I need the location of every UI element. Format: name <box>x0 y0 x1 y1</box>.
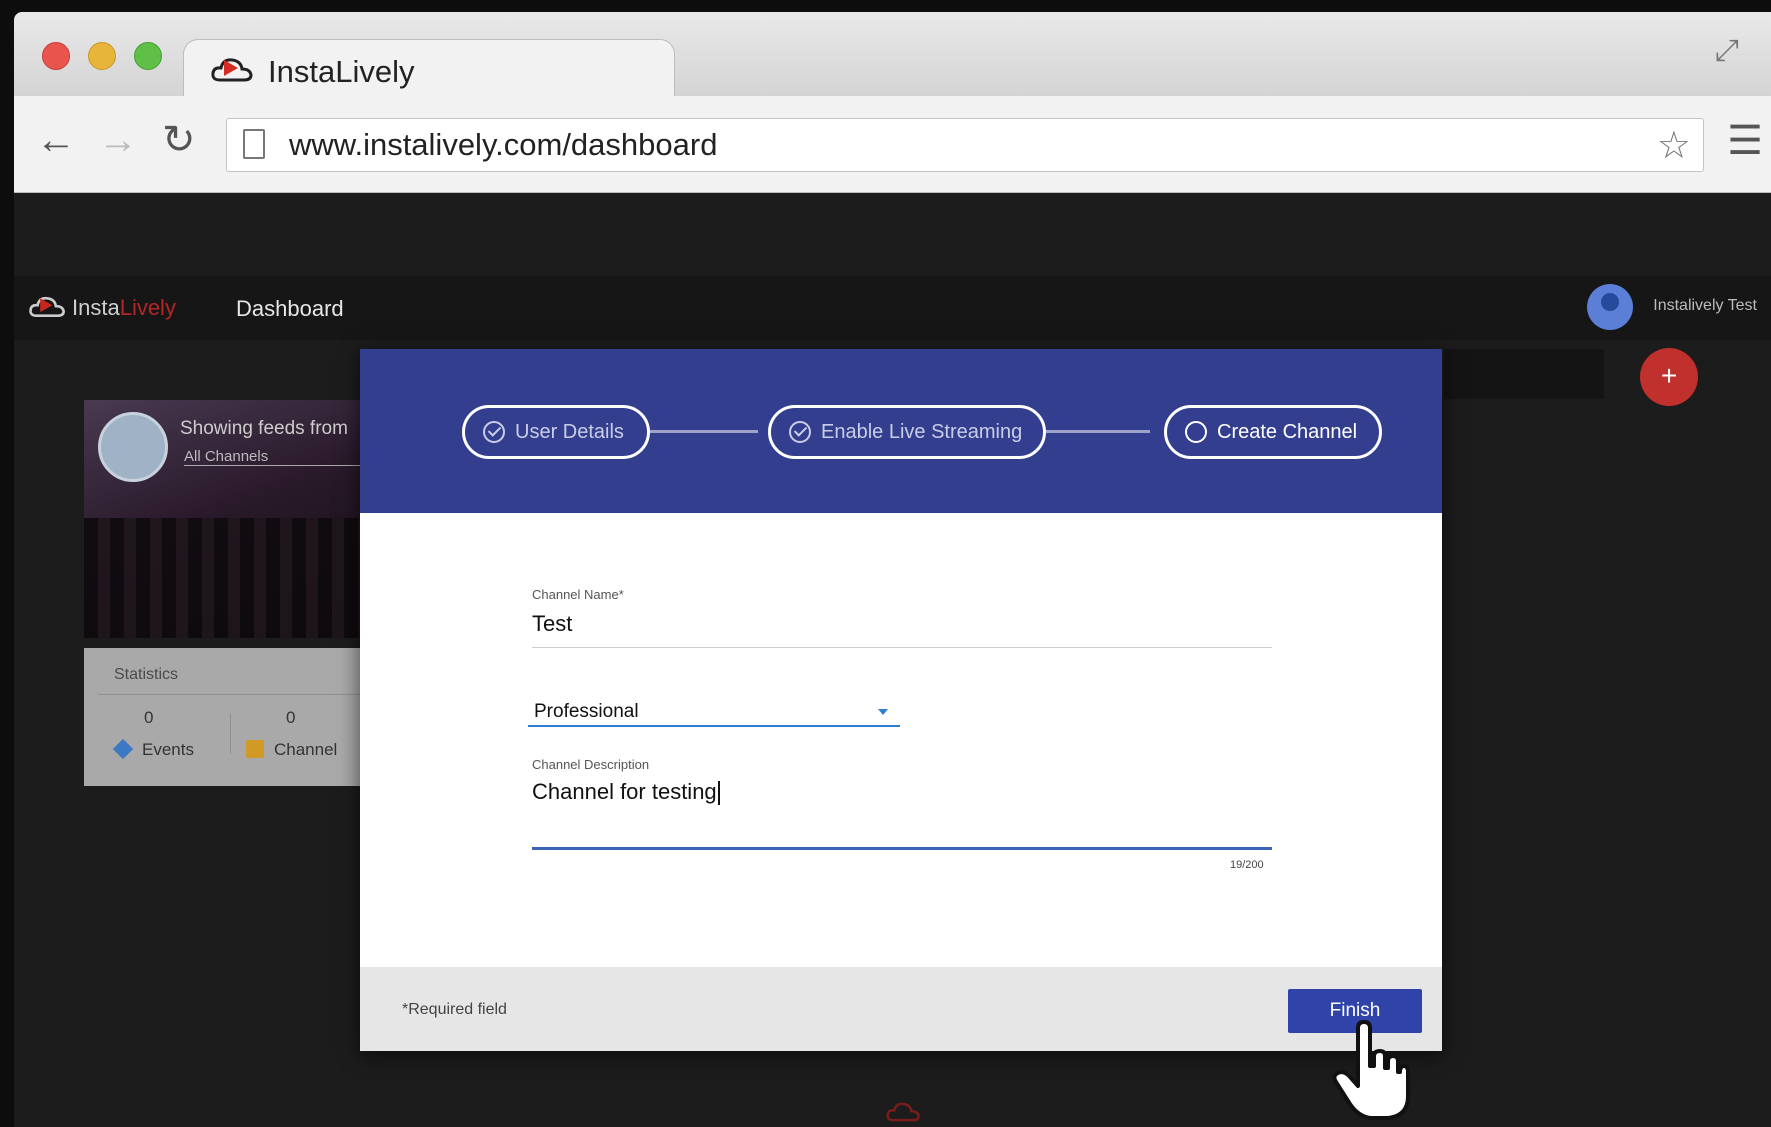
channel-description-label: Channel Description <box>532 757 650 772</box>
close-window-button[interactable] <box>42 42 70 70</box>
hamburger-menu-icon[interactable]: ☰ <box>1727 118 1763 164</box>
fullscreen-icon[interactable]: ⤢ <box>1715 34 1749 68</box>
browser-tab[interactable]: InstaLively <box>184 40 674 98</box>
address-bar[interactable]: www.instalively.com/dashboard ☆ <box>226 118 1704 172</box>
step-enable-live-streaming[interactable]: Enable Live Streaming <box>768 405 1046 459</box>
instalively-logo-icon <box>211 58 253 82</box>
stepper-header: User Details Enable Live Streaming Creat… <box>360 349 1442 513</box>
forward-icon[interactable]: → <box>98 120 138 160</box>
required-field-note: *Required field <box>402 1001 507 1018</box>
step-label: Enable Live Streaming <box>821 420 1023 443</box>
chevron-down-icon[interactable] <box>878 709 888 715</box>
channel-name-field[interactable]: Test <box>532 611 572 637</box>
feed-card: Showing feeds from All Channels <box>84 400 374 638</box>
step-create-channel[interactable]: Create Channel <box>1164 405 1382 459</box>
text-caret <box>717 781 720 806</box>
statistics-title: Statistics <box>114 666 179 683</box>
channel-description-field[interactable]: Channel for testing <box>532 779 720 806</box>
step-label: Create Channel <box>1217 420 1358 443</box>
check-circle-icon <box>789 421 811 443</box>
step-connector <box>1044 430 1150 433</box>
user-name[interactable]: Instalively Test <box>1653 297 1757 315</box>
zoom-window-button[interactable] <box>134 42 162 70</box>
url-text[interactable]: www.instalively.com/dashboard <box>289 127 717 163</box>
feed-channel-select[interactable]: All Channels <box>184 448 364 466</box>
check-circle-icon <box>483 421 505 443</box>
empty-circle-icon <box>1185 421 1207 443</box>
dialog-footer: *Required field Finish <box>360 967 1442 1051</box>
user-avatar[interactable] <box>1587 284 1633 330</box>
title-bar: InstaLively ⤢ <box>14 12 1771 98</box>
nav-dashboard-link[interactable]: Dashboard <box>236 296 344 322</box>
character-counter: 19/200 <box>1230 859 1264 871</box>
brand-part-1: Insta <box>72 295 120 320</box>
brand-part-2: Lively <box>119 295 176 320</box>
browser-toolbar: ← → ↻ www.instalively.com/dashboard ☆ ☰ <box>14 96 1771 193</box>
background-panel <box>1444 349 1604 399</box>
description-underline <box>532 847 1272 850</box>
tab-title: InstaLively <box>268 54 415 89</box>
statistics-divider <box>98 694 360 695</box>
create-channel-dialog: User Details Enable Live Streaming Creat… <box>360 349 1442 1051</box>
reload-icon[interactable]: ↻ <box>162 120 196 160</box>
feed-label: Showing feeds from <box>180 418 348 439</box>
back-icon[interactable]: ← <box>36 120 76 160</box>
statistics-card: Statistics 0 Events 0 Channel <box>84 648 374 786</box>
footer-logo-icon <box>886 1102 920 1122</box>
feed-avatar <box>98 412 168 482</box>
page-icon <box>243 129 265 159</box>
channel-name-label: Channel Name* <box>532 587 624 602</box>
step-user-details[interactable]: User Details <box>462 405 650 459</box>
step-connector <box>648 430 758 433</box>
app-brand[interactable]: InstaLively <box>72 295 176 321</box>
stats-separator <box>230 714 231 754</box>
app-navbar: InstaLively Dashboard Instalively Test <box>14 276 1771 340</box>
events-icon <box>112 738 134 760</box>
app-logo-icon[interactable] <box>28 292 68 322</box>
step-label: User Details <box>515 420 624 443</box>
channel-name-underline <box>532 647 1272 648</box>
channels-label: Channel <box>274 740 338 759</box>
events-label: Events <box>142 740 194 759</box>
hand-cursor-icon <box>1332 1020 1410 1120</box>
bookmark-star-icon[interactable]: ☆ <box>1657 123 1691 168</box>
add-fab-button[interactable]: + <box>1640 348 1698 406</box>
category-select[interactable]: Professional <box>534 701 639 723</box>
description-text: Channel for testing <box>532 779 717 804</box>
channels-count: 0 <box>286 708 296 727</box>
channels-icon <box>246 740 264 758</box>
category-underline <box>528 725 900 727</box>
events-count: 0 <box>144 708 154 727</box>
minimize-window-button[interactable] <box>88 42 116 70</box>
